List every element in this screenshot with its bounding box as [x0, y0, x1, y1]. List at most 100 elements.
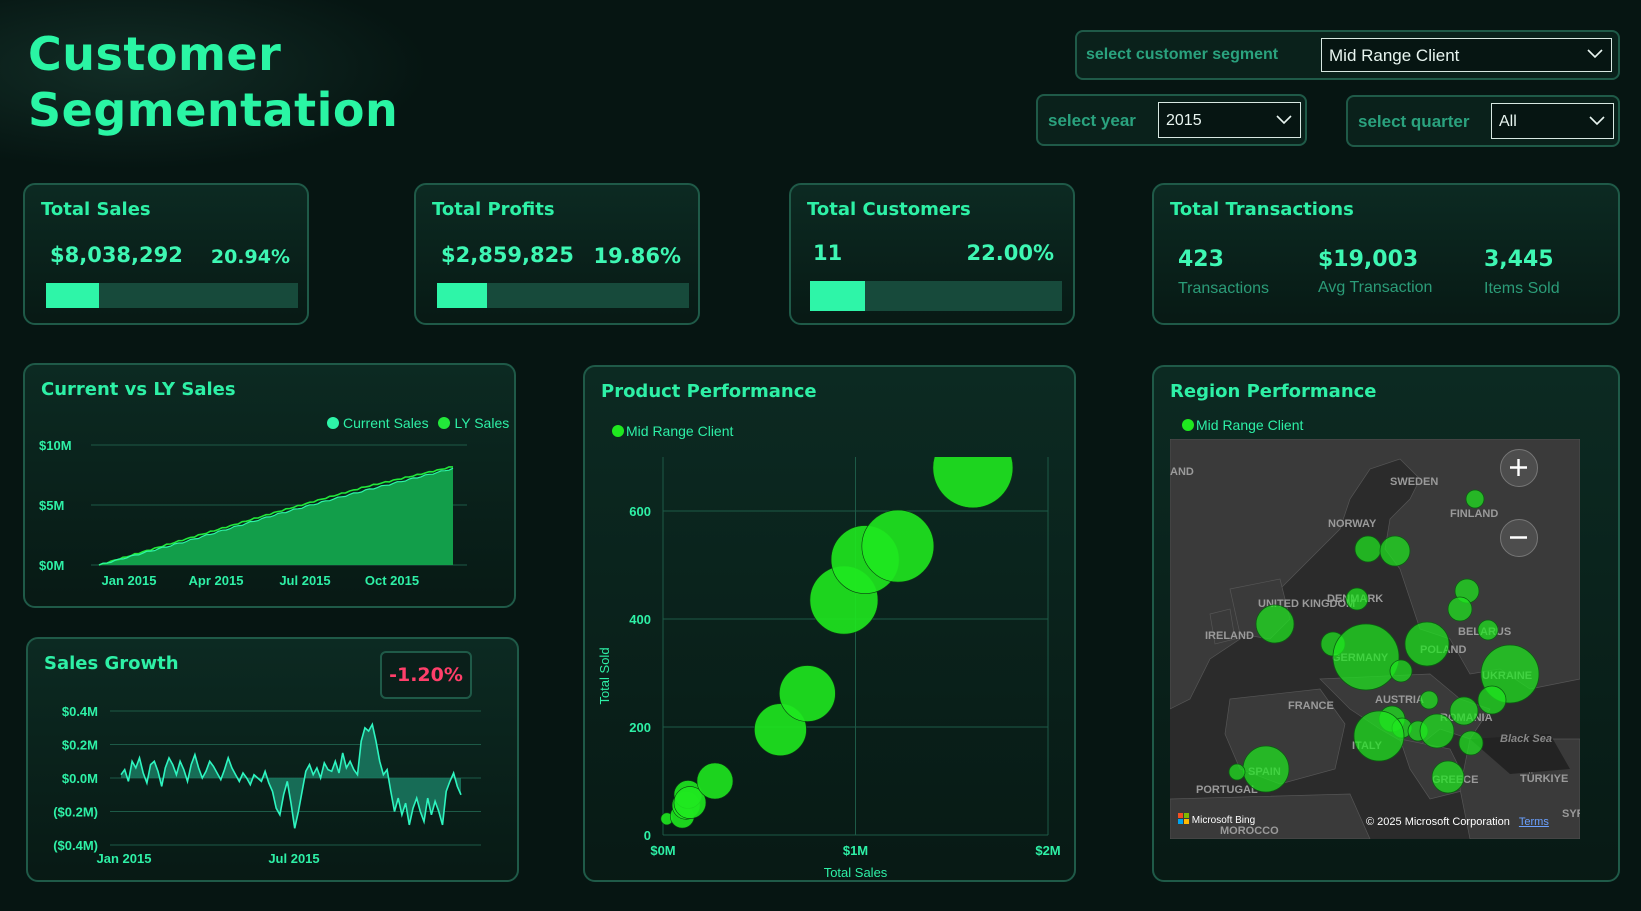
zoom-in-button[interactable]	[1500, 449, 1538, 487]
segment-dropdown[interactable]: Mid Range Client	[1321, 38, 1612, 72]
map-bubble[interactable]	[1404, 621, 1450, 667]
map-place-label: AUSTRIA	[1375, 694, 1424, 706]
map-bubble[interactable]	[1228, 763, 1246, 781]
x-axis-label: Total Sales	[824, 865, 888, 880]
transactions-label: Transactions	[1178, 280, 1269, 297]
map-bubble[interactable]	[1477, 619, 1499, 641]
map-bubble[interactable]	[1379, 535, 1411, 567]
segment-filter-label: select customer segment	[1086, 46, 1279, 63]
bubble-group	[660, 428, 1014, 829]
chevron-down-icon	[1587, 49, 1603, 59]
map-place-label: FINLAND	[1450, 508, 1498, 520]
year-filter: select year 2015	[1036, 94, 1307, 146]
map-bubble[interactable]	[1242, 745, 1290, 793]
bing-attribution: Microsoft Bing	[1178, 813, 1255, 826]
items-sold-label: Items Sold	[1484, 280, 1560, 297]
quarter-dropdown[interactable]: All	[1491, 103, 1614, 139]
chart-legend: Mid Range Client	[1182, 417, 1303, 433]
map-bubble[interactable]	[1447, 596, 1473, 622]
map-place-label: NORWAY	[1328, 518, 1377, 530]
y-tick-label: ($0.4M)	[53, 838, 98, 853]
map-place-label: MOROCCO	[1220, 825, 1279, 837]
bubble-point[interactable]	[932, 428, 1014, 509]
map-bubble[interactable]	[1477, 685, 1507, 715]
map-bubble[interactable]	[1389, 659, 1413, 683]
y-tick-label: $5M	[39, 498, 64, 513]
map-place-label: SYRIA	[1562, 808, 1580, 820]
year-filter-label: select year	[1048, 111, 1136, 130]
avg-transaction-value: $19,003	[1318, 247, 1419, 272]
sales-growth-card: Sales Growth -1.20% $0.4M $0.2M $0.0M ($0.2…	[26, 637, 519, 882]
map-bubble[interactable]	[1419, 690, 1439, 710]
map-bubble[interactable]	[1449, 696, 1479, 726]
bubble-point[interactable]	[696, 762, 734, 800]
x-tick-label: $1M	[843, 843, 868, 858]
y-tick-label: $0.4M	[62, 704, 98, 719]
map-bubble[interactable]	[1353, 710, 1405, 762]
zoom-out-button[interactable]	[1500, 519, 1538, 557]
x-tick-label: Apr 2015	[189, 573, 244, 588]
map-bubble[interactable]	[1354, 535, 1382, 563]
kpi-title: Total Profits	[432, 199, 555, 220]
plus-icon	[1510, 459, 1527, 476]
items-sold-value: 3,445	[1484, 247, 1554, 272]
current-vs-ly-card: Current vs LY Sales Current Sales LY Sal…	[23, 363, 516, 608]
growth-area	[121, 724, 461, 829]
bubble-point[interactable]	[779, 665, 836, 722]
map-bubble[interactable]	[1431, 760, 1465, 794]
attribution-text: Microsoft Bing	[1191, 815, 1256, 826]
product-performance-card: Product Performance Mid Range Client 0 20…	[583, 365, 1076, 882]
microsoft-logo-icon	[1178, 813, 1189, 824]
chevron-down-icon	[1589, 116, 1605, 126]
legend-label: Mid Range Client	[1196, 417, 1304, 433]
quarter-dropdown-value: All	[1499, 113, 1517, 130]
y-tick-label: $0.0M	[62, 771, 98, 786]
kpi-progress-fill	[437, 283, 488, 308]
segment-filter: select customer segment Mid Range Client	[1075, 30, 1620, 80]
kpi-progress-fill	[810, 281, 866, 311]
map-bubble[interactable]	[1458, 730, 1484, 756]
x-tick-label: Jul 2015	[268, 851, 319, 866]
transactions-value: 423	[1178, 247, 1224, 272]
y-tick-label: $10M	[39, 438, 72, 453]
kpi-title: Total Transactions	[1170, 199, 1354, 220]
kpi-value: $8,038,292	[50, 243, 183, 267]
y-axis-label: Total Sold	[597, 647, 612, 704]
product-performance-chart: 0 200 400 600 $0M $1M $2M Total Sales Total Sold	[597, 428, 1061, 880]
current-vs-ly-chart: $0M $5M $10M Jan 2015 Apr 2015 Jul 2015 Oct 20…	[39, 438, 467, 588]
x-tick-label: Jan 2015	[102, 573, 157, 588]
kpi-total-transactions: Total Transactions 423 Transactions $19,…	[1152, 183, 1620, 325]
map-bubble[interactable]	[1345, 587, 1369, 611]
map-bubble[interactable]	[1419, 713, 1455, 749]
y-tick-label: 0	[644, 828, 651, 843]
kpi-percent: 19.86%	[593, 244, 681, 268]
map-place-label: IRELAND	[1205, 630, 1254, 642]
map-place-label: TÜRKIYE	[1520, 772, 1568, 785]
map-place-label: AND	[1170, 466, 1194, 478]
sales-growth-chart: $0.4M $0.2M $0.0M ($0.2M) ($0.4M)Jan 2015 Jul…	[53, 704, 481, 866]
bubble-point[interactable]	[861, 509, 935, 583]
x-tick-label: Jan 2015	[97, 851, 152, 866]
title-line-2: Segmentation	[28, 83, 399, 137]
x-tick-label: Oct 2015	[365, 573, 419, 588]
region-map[interactable]: ANDSWEDENFINLANDNORWAYDENMARKUNITED KING…	[1170, 439, 1580, 839]
y-tick-label: 600	[629, 504, 651, 519]
avg-transaction-label: Avg Transaction	[1318, 279, 1433, 296]
map-canvas: ANDSWEDENFINLANDNORWAYDENMARKUNITED KING…	[1170, 439, 1580, 839]
terms-link[interactable]: Terms	[1519, 816, 1549, 828]
kpi-progress-track	[46, 283, 298, 308]
x-tick-label: $2M	[1035, 843, 1060, 858]
kpi-percent: 22.00%	[966, 241, 1054, 265]
minus-icon	[1510, 536, 1527, 539]
year-dropdown[interactable]: 2015	[1158, 102, 1301, 138]
map-bubble[interactable]	[1465, 489, 1485, 509]
map-bubble[interactable]	[1332, 623, 1400, 691]
y-tick-label: 200	[629, 720, 651, 735]
kpi-percent: 20.94%	[210, 246, 290, 268]
map-place-label: Black Sea	[1500, 733, 1552, 745]
region-performance-card: Region Performance Mid Range Client AND S…	[1152, 365, 1620, 882]
map-bubble[interactable]	[1255, 604, 1295, 644]
kpi-title: Total Customers	[807, 199, 971, 220]
kpi-value: 11	[813, 241, 843, 265]
kpi-value: $2,859,825	[441, 243, 574, 267]
